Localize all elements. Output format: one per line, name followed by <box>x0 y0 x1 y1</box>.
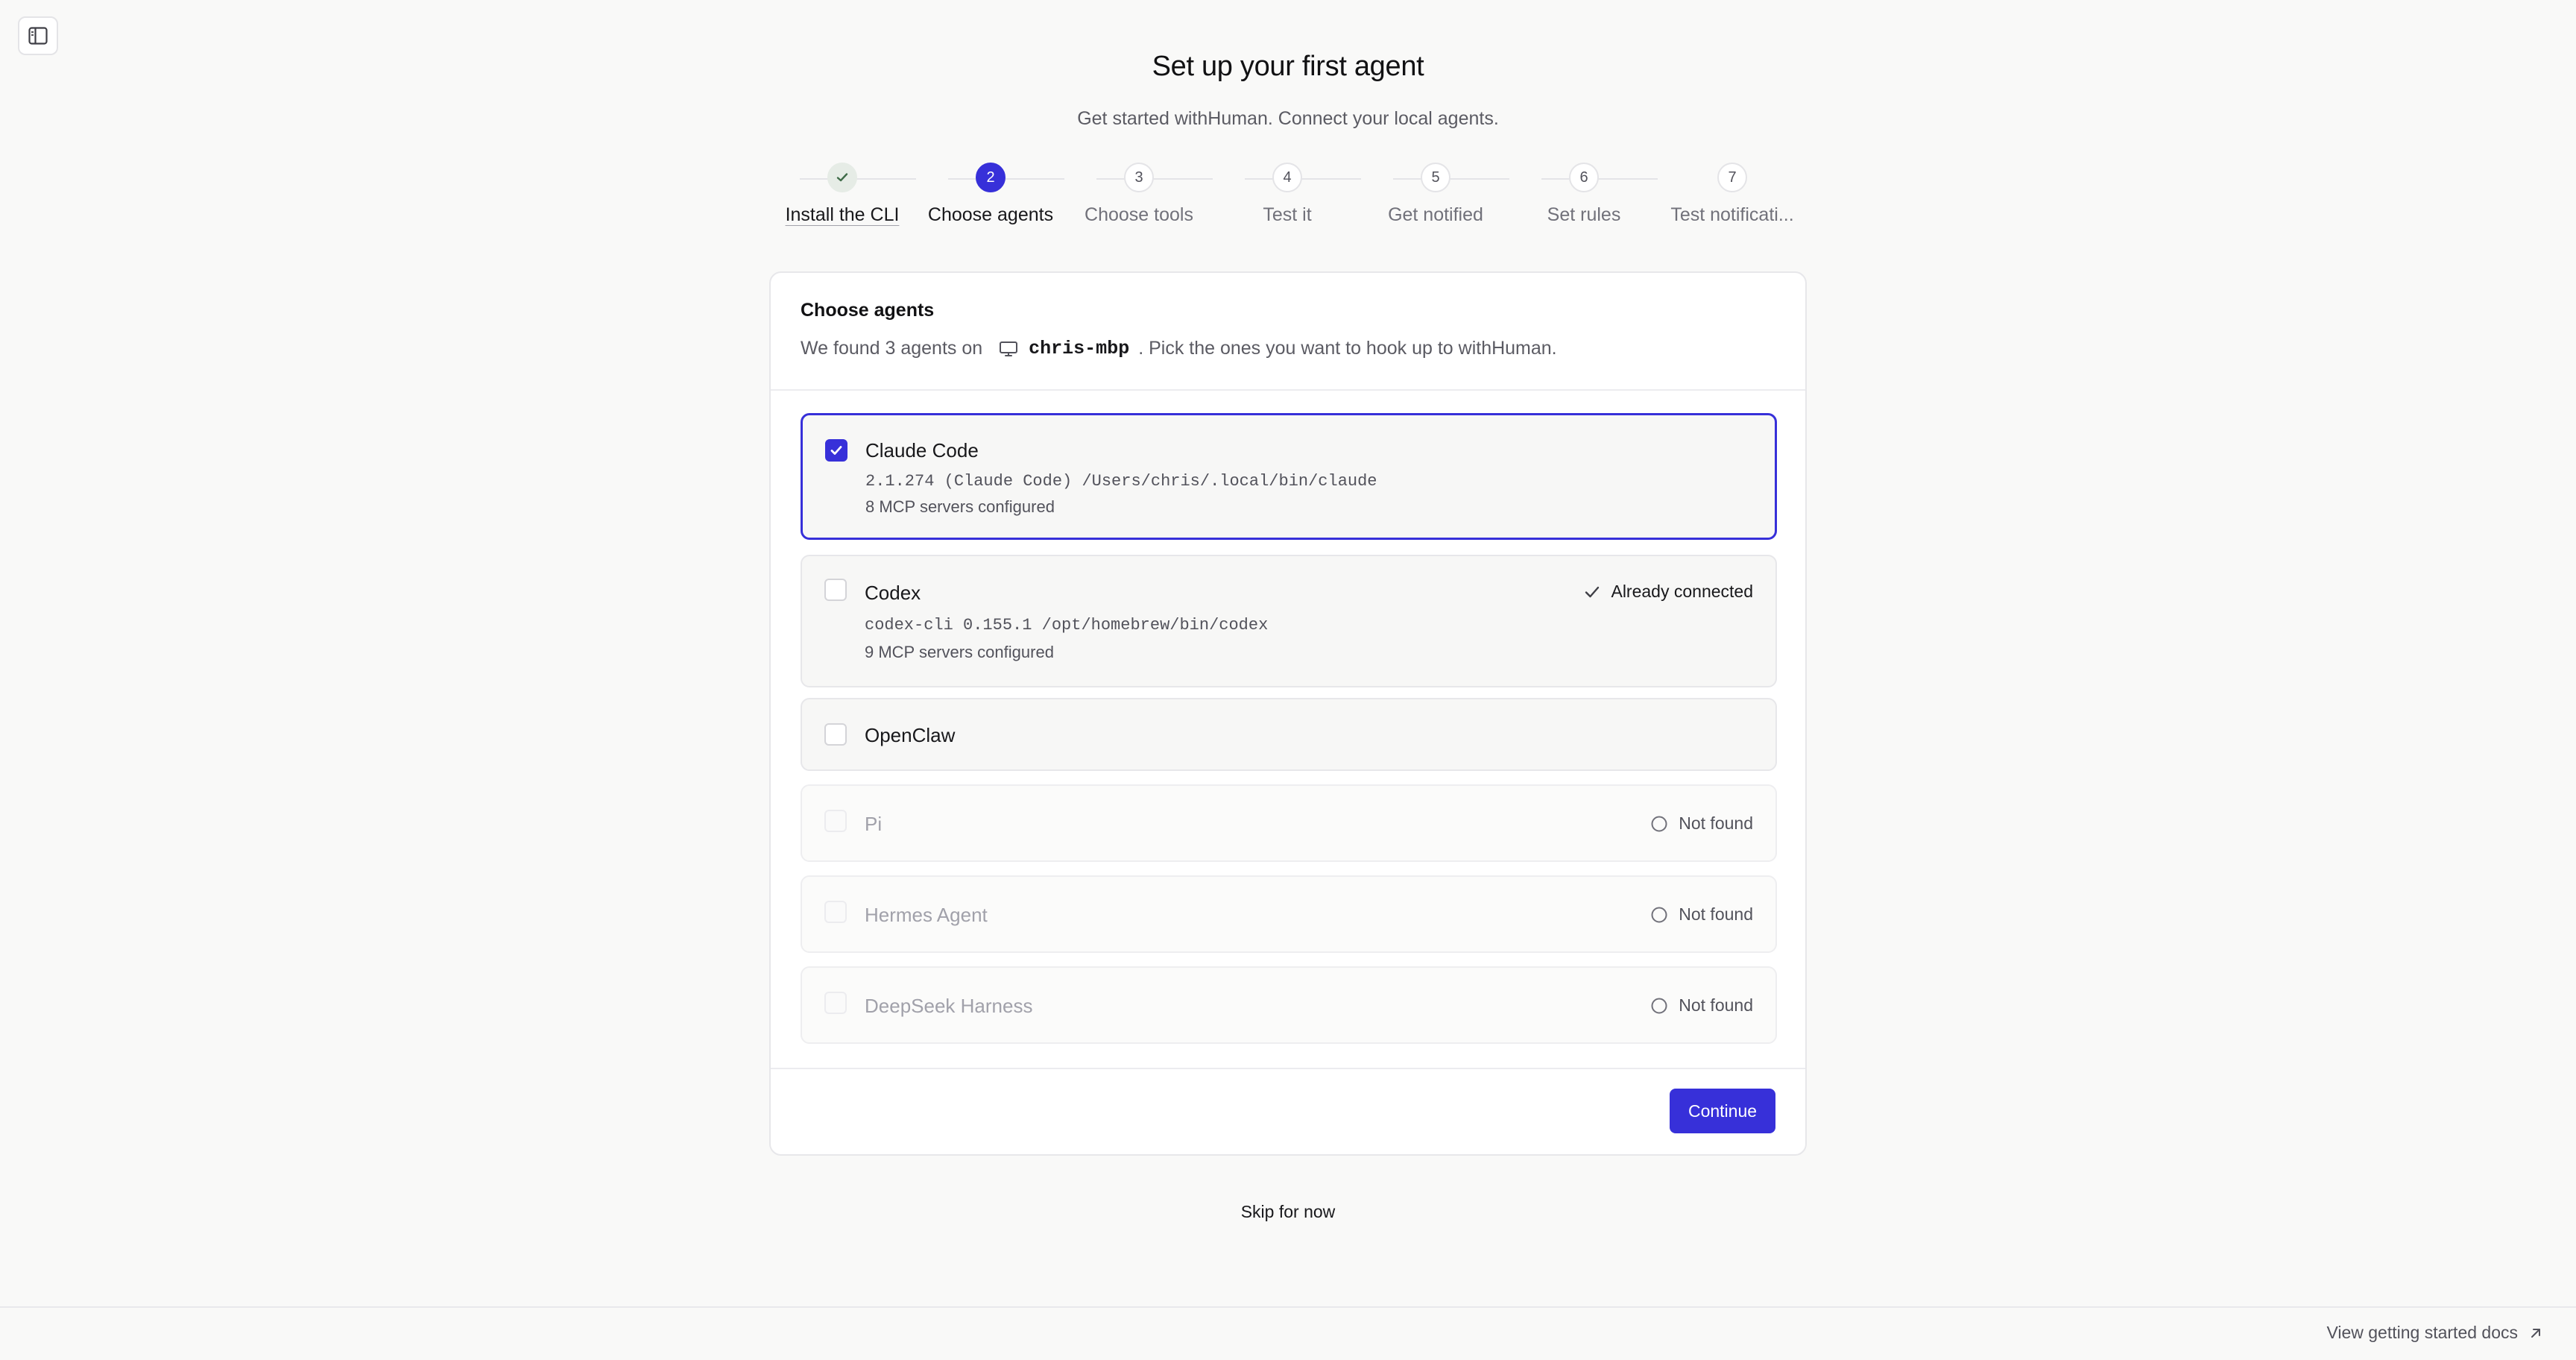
agent-version: 2.1.274 (Claude Code) /Users/chris/.loca… <box>865 472 1377 491</box>
host-name: chris-mbp <box>1029 338 1130 359</box>
card-footer-divider <box>771 1068 1805 1069</box>
circle-icon <box>1651 998 1667 1013</box>
agent-row-claude-code[interactable]: Claude Code 2.1.274 (Claude Code) /Users… <box>801 413 1777 540</box>
step-number: 5 <box>1421 163 1450 192</box>
agent-mcp-count: 8 MCP servers configured <box>865 497 1055 516</box>
agent-name: Claude Code <box>865 439 979 462</box>
step-label: Choose tools <box>1085 204 1193 225</box>
card-desc-prefix: We found 3 agents on <box>801 338 983 359</box>
agent-name: OpenClaw <box>865 724 956 746</box>
card-header: Choose agents We found 3 agents on chris… <box>801 300 1775 359</box>
step-test-it[interactable]: 4 Test it <box>1205 163 1369 226</box>
skip-for-now-link[interactable]: Skip for now <box>0 1202 2576 1222</box>
card-description: We found 3 agents on chris-mbp . Pick th… <box>801 338 1775 359</box>
skip-label[interactable]: Skip for now <box>1241 1202 1336 1221</box>
onboarding-stepper: Install the CLI 2 Choose agents 3 Choose… <box>768 163 1819 237</box>
step-choose-tools[interactable]: 3 Choose tools <box>1057 163 1221 226</box>
view-docs-link[interactable]: View getting started docs <box>2326 1323 2543 1343</box>
agent-checkbox <box>824 992 847 1014</box>
agent-status-connected: Already connected <box>1584 582 1753 602</box>
agent-status-not-found: Not found <box>1650 995 1753 1016</box>
agent-name: DeepSeek Harness <box>865 995 1033 1017</box>
step-label: Install the CLI <box>785 204 900 225</box>
status-label: Not found <box>1679 995 1753 1015</box>
status-label: Not found <box>1679 904 1753 924</box>
status-label: Already connected <box>1611 582 1753 601</box>
arrow-up-right-icon <box>2531 1328 2540 1338</box>
choose-agents-card: Choose agents We found 3 agents on chris… <box>769 271 1807 1156</box>
agent-row-openclaw[interactable]: OpenClaw <box>801 698 1777 771</box>
host-chip: chris-mbp <box>999 338 1129 359</box>
sidebar-toggle-button[interactable] <box>18 16 58 55</box>
agent-row-pi: Pi Not found <box>801 784 1777 862</box>
monitor-icon <box>1000 341 1018 356</box>
agent-name: Codex <box>865 582 921 604</box>
step-number: 6 <box>1569 163 1599 192</box>
card-title: Choose agents <box>801 300 935 321</box>
agent-row-codex[interactable]: Codex Already connected codex-cli 0.155.… <box>801 555 1777 687</box>
continue-button[interactable]: Continue <box>1670 1089 1775 1133</box>
agent-checkbox <box>824 901 847 923</box>
step-set-rules[interactable]: 6 Set rules <box>1502 163 1666 226</box>
page-header: Set up your first agent Get started with… <box>0 51 2576 130</box>
docs-label[interactable]: View getting started docs <box>2326 1323 2518 1343</box>
agent-name: Pi <box>865 813 883 835</box>
sidebar-toggle-icon <box>28 27 48 45</box>
card-desc-suffix: . Pick the ones you want to hook up to w… <box>1138 338 1557 359</box>
step-label: Choose agents <box>927 204 1054 225</box>
page-subtitle: Get started withHuman. Connect your loca… <box>1077 108 1499 129</box>
agent-mcp-count: 9 MCP servers configured <box>865 643 1054 661</box>
step-label: Test it <box>1263 204 1312 225</box>
circle-icon <box>1651 816 1667 831</box>
step-test-notifications[interactable]: 7 Test notificati... <box>1661 163 1803 226</box>
agent-version: codex-cli 0.155.1 /opt/homebrew/bin/code… <box>865 616 1269 635</box>
step-number: 2 <box>976 163 1006 192</box>
card-divider <box>771 389 1805 391</box>
step-number: 4 <box>1272 163 1302 192</box>
agent-row-hermes-agent: Hermes Agent Not found <box>801 875 1777 953</box>
step-label: Set rules <box>1547 204 1621 225</box>
circle-icon <box>1651 907 1667 922</box>
page-title: Set up your first agent <box>1152 51 1424 82</box>
agent-checkbox <box>824 810 847 832</box>
step-circle-done <box>827 163 857 192</box>
check-icon <box>830 446 842 455</box>
step-choose-agents[interactable]: 2 Choose agents <box>909 163 1073 226</box>
agent-checkbox[interactable] <box>825 439 847 462</box>
footer-divider <box>0 1306 2576 1308</box>
agent-name: Hermes Agent <box>865 904 988 926</box>
agent-status-not-found: Not found <box>1650 904 1753 925</box>
check-icon <box>836 173 848 182</box>
step-label: Get notified <box>1388 204 1483 225</box>
step-number: 7 <box>1717 163 1747 192</box>
agent-checkbox[interactable] <box>824 723 847 746</box>
step-install-cli[interactable]: Install the CLI <box>760 163 924 226</box>
check-icon <box>1585 586 1600 597</box>
agent-checkbox[interactable] <box>824 579 847 601</box>
step-get-notified[interactable]: 5 Get notified <box>1354 163 1518 226</box>
step-label: Test notificati... <box>1670 204 1794 225</box>
agent-status-not-found: Not found <box>1650 813 1753 834</box>
step-number: 3 <box>1124 163 1154 192</box>
agent-row-deepseek-harness: DeepSeek Harness Not found <box>801 966 1777 1044</box>
status-label: Not found <box>1679 813 1753 833</box>
